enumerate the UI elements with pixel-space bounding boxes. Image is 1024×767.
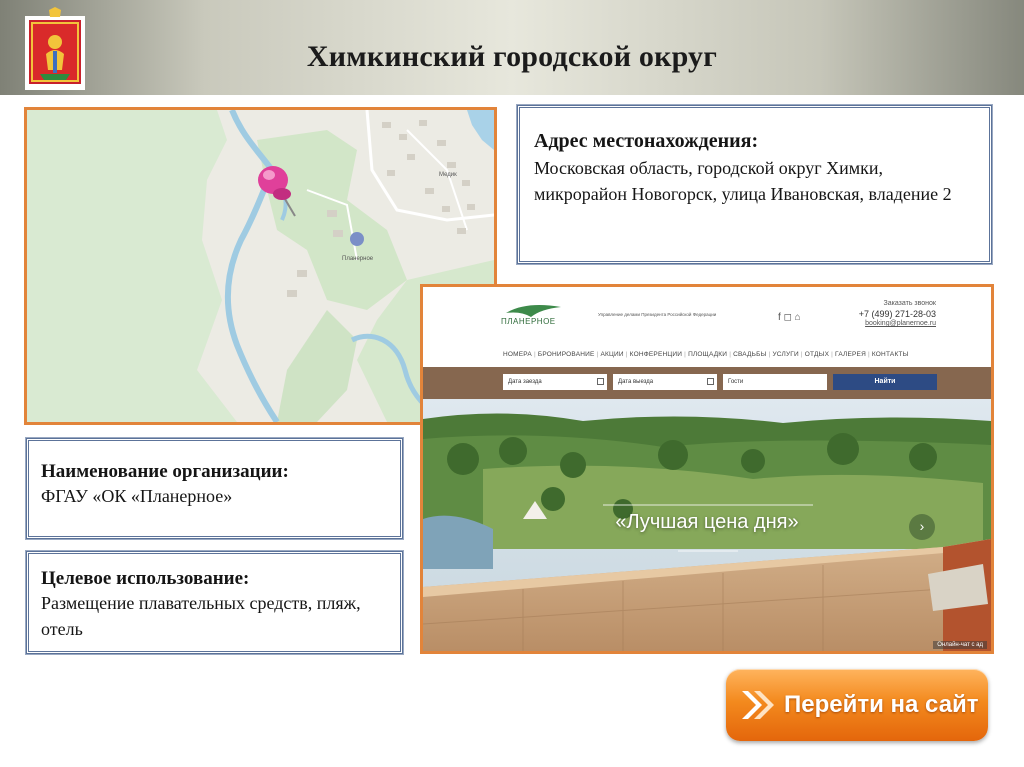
page-title: Химкинский городской округ: [306, 40, 718, 73]
nav-item[interactable]: ПЛОЩАДКИ: [684, 351, 727, 358]
nav-item[interactable]: КОНТАКТЫ: [868, 351, 909, 358]
map-label-medik: Медик: [439, 172, 457, 178]
website-tagline: Управление делами Президента Российской …: [598, 312, 717, 317]
facebook-icon[interactable]: f: [778, 312, 781, 323]
usage-label: Целевое использование:: [41, 568, 250, 589]
chevron-right-icon[interactable]: ›: [909, 514, 935, 540]
nav-item[interactable]: ГАЛЕРЕЯ: [831, 351, 866, 358]
double-chevron-right-icon: [742, 691, 774, 719]
website-screenshot: ПЛАНЕРНОЕ Управление делами Президента Р…: [420, 284, 994, 654]
nav-item[interactable]: АКЦИИ: [597, 351, 624, 358]
social-icons: f ◻ ⌂: [778, 312, 801, 323]
nav-item[interactable]: УСЛУГИ: [769, 351, 799, 358]
website-nav: НОМЕРА БРОНИРОВАНИЕ АКЦИИ КОНФЕРЕНЦИИ ПЛ…: [503, 351, 909, 358]
online-chat-tab[interactable]: Онлайн-чат с ад: [933, 641, 987, 649]
go-to-site-label: Перейти на сайт: [784, 691, 979, 718]
hero-caption: «Лучшая цена дня»: [615, 511, 799, 533]
usage-box: Целевое использование: Размещение плават…: [25, 550, 404, 655]
guests-select[interactable]: Гости: [723, 374, 827, 390]
map-label-planernoe: Планерное: [342, 256, 374, 262]
calendar-icon: [707, 378, 714, 385]
address-box: Адрес местонахождения: Московская област…: [516, 104, 993, 265]
booking-search-bar: Дата заезда Дата выезда Гости Найти: [423, 367, 991, 399]
go-to-site-button[interactable]: Перейти на сайт: [726, 669, 988, 741]
instagram-icon[interactable]: ◻: [784, 312, 792, 323]
address-label: Адрес местонахождения:: [534, 130, 759, 152]
website-email[interactable]: booking@planernoe.ru: [859, 319, 936, 329]
organization-box: Наименование организации: ФГАУ «ОК «План…: [25, 437, 404, 540]
website-contacts: Заказать звонок +7 (499) 271-28-03 booki…: [859, 299, 936, 329]
website-phone[interactable]: +7 (499) 271-28-03: [859, 309, 936, 319]
organization-value: ФГАУ «ОК «Планерное»: [41, 486, 233, 506]
nav-item[interactable]: ОТДЫХ: [801, 351, 829, 358]
nav-item[interactable]: НОМЕРА: [503, 351, 532, 358]
address-value: Московская область, городской округ Химк…: [534, 158, 952, 204]
nav-item[interactable]: КОНФЕРЕНЦИИ: [626, 351, 682, 358]
usage-value: Размещение плавательных средств, пляж, о…: [41, 593, 361, 639]
nav-item[interactable]: БРОНИРОВАНИЕ: [534, 351, 595, 358]
checkin-field[interactable]: Дата заезда: [503, 374, 607, 390]
website-logo-text: ПЛАНЕРНОЕ: [501, 317, 556, 326]
nav-item[interactable]: СВАДЬБЫ: [729, 351, 766, 358]
organization-label: Наименование организации:: [41, 461, 289, 482]
search-button[interactable]: Найти: [833, 374, 937, 390]
header-bar: Химкинский городской округ: [0, 0, 1024, 95]
calendar-icon: [597, 378, 604, 385]
checkout-field[interactable]: Дата выезда: [613, 374, 717, 390]
hotel-icon: ⌂: [794, 312, 801, 323]
call-request-link[interactable]: Заказать звонок: [859, 299, 936, 309]
